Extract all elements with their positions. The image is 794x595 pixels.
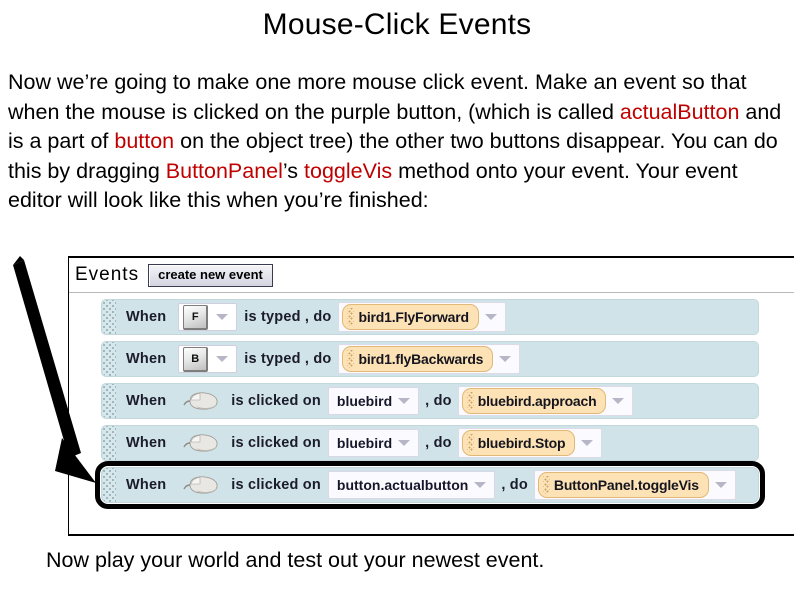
drag-grip-icon[interactable]: [103, 468, 116, 502]
event-do-label: , do: [425, 435, 452, 451]
chevron-down-icon[interactable]: [714, 482, 727, 488]
event-predicate-label: is clicked on: [231, 393, 321, 409]
chevron-down-icon[interactable]: [216, 314, 229, 320]
method-dropdown[interactable]: bluebird.approach: [457, 386, 634, 416]
mouse-icon: [183, 476, 218, 494]
event-predicate-label: is clicked on: [231, 435, 321, 451]
event-when-label: When: [126, 351, 167, 367]
method-dropdown[interactable]: bluebird.Stop: [457, 428, 603, 458]
method-label: bird1.flyBackwards: [358, 351, 484, 367]
event-when-label: When: [126, 435, 167, 451]
highlighted-term: ButtonPanel: [165, 158, 283, 183]
method-label: bluebird.approach: [477, 393, 597, 409]
drag-grip-icon[interactable]: [542, 476, 550, 494]
event-do-label: , do: [425, 393, 452, 409]
paragraph-text: ’s: [282, 158, 305, 183]
chevron-down-icon[interactable]: [398, 440, 411, 446]
drag-grip-icon[interactable]: [347, 308, 355, 326]
instruction-paragraph: Now we’re going to make one more mouse c…: [8, 68, 786, 216]
method-tile[interactable]: bird1.FlyForward: [342, 304, 479, 330]
keyboard-key-icon: F: [183, 304, 209, 330]
drag-grip-icon[interactable]: [103, 342, 116, 376]
drag-grip-icon[interactable]: [103, 300, 116, 334]
event-when-label: When: [126, 393, 167, 409]
target-object-dropdown[interactable]: bluebird: [327, 429, 420, 457]
method-tile[interactable]: bluebird.Stop: [461, 430, 576, 456]
drag-grip-icon[interactable]: [103, 384, 116, 418]
event-when-label: When: [126, 477, 167, 493]
events-panel-header: Events create new event: [69, 258, 794, 293]
method-dropdown[interactable]: bird1.FlyForward: [338, 302, 506, 332]
chevron-down-icon[interactable]: [474, 482, 487, 488]
page-title: Mouse-Click Events: [262, 8, 532, 41]
event-row[interactable]: When is clicked on bluebird , do bluebird.St…: [101, 425, 759, 461]
event-row[interactable]: When is clicked on bluebird , do bluebird.ap…: [101, 383, 759, 419]
event-predicate-label: is typed , do: [244, 351, 332, 367]
method-dropdown[interactable]: ButtonPanel.toggleVis: [533, 470, 736, 500]
method-dropdown[interactable]: bird1.flyBackwards: [338, 344, 521, 374]
chevron-down-icon[interactable]: [581, 440, 594, 446]
drag-grip-icon[interactable]: [103, 426, 116, 460]
target-object-label: button.actualbutton: [336, 477, 469, 493]
key-selector[interactable]: F: [178, 303, 238, 331]
drag-grip-icon[interactable]: [466, 392, 474, 410]
mouse-icon: [183, 392, 218, 410]
create-new-event-button[interactable]: create new event: [148, 263, 273, 287]
method-label: ButtonPanel.toggleVis: [553, 477, 699, 493]
event-when-label: When: [126, 309, 167, 325]
event-predicate-label: is clicked on: [231, 477, 321, 493]
target-object-dropdown[interactable]: bluebird: [327, 387, 420, 415]
target-object-label: bluebird: [336, 393, 393, 409]
events-editor-panel: Events create new event When Fis typed , …: [68, 256, 794, 536]
chevron-down-icon[interactable]: [216, 356, 229, 362]
method-label: bluebird.Stop: [477, 435, 566, 451]
method-label: bird1.FlyForward: [358, 309, 469, 325]
method-tile[interactable]: bird1.flyBackwards: [342, 346, 494, 372]
chevron-down-icon[interactable]: [398, 398, 411, 404]
events-panel-label: Events: [75, 264, 140, 285]
target-object-label: bluebird: [336, 435, 393, 451]
event-row[interactable]: When Bis typed , do bird1.flyBackwards: [101, 341, 759, 377]
drag-grip-icon[interactable]: [347, 350, 355, 368]
chevron-down-icon[interactable]: [612, 398, 625, 404]
method-tile[interactable]: bluebird.approach: [461, 388, 607, 414]
chevron-down-icon[interactable]: [499, 356, 512, 362]
keyboard-key-icon: B: [183, 346, 209, 372]
event-predicate-label: is typed , do: [244, 309, 332, 325]
event-row[interactable]: When is clicked on button.actualbutton , do…: [95, 461, 765, 509]
mouse-icon: [183, 434, 218, 452]
key-selector[interactable]: B: [178, 345, 238, 373]
method-tile[interactable]: ButtonPanel.toggleVis: [537, 472, 709, 498]
highlighted-term: toggleVis: [304, 158, 393, 183]
closing-instruction: Now play your world and test out your ne…: [46, 548, 545, 572]
highlighted-term: actualButton: [619, 99, 740, 124]
event-do-label: , do: [501, 477, 528, 493]
event-row[interactable]: When Fis typed , do bird1.FlyForward: [101, 299, 759, 335]
target-object-dropdown[interactable]: button.actualbutton: [327, 471, 496, 499]
highlighted-term: button: [114, 129, 175, 153]
events-list: When Fis typed , do bird1.FlyForward When Bi…: [69, 293, 794, 509]
drag-grip-icon[interactable]: [466, 434, 474, 452]
chevron-down-icon[interactable]: [484, 314, 497, 320]
